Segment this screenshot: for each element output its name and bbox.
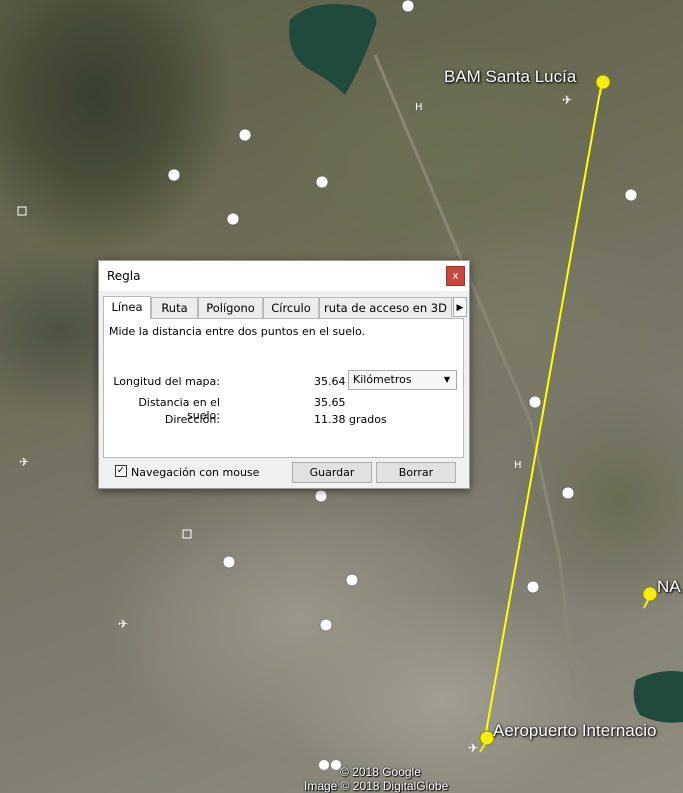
map-length-value: 35.64	[314, 375, 346, 388]
school-icon[interactable]	[345, 573, 359, 587]
tab-3d-path[interactable]: ruta de acceso en 3D	[319, 297, 452, 318]
copyright-imagery: Image © 2018 DigitalGlobe	[304, 779, 449, 793]
school-icon[interactable]	[222, 555, 236, 569]
tab-bar: Línea Ruta Polígono Círculo ruta de acce…	[103, 296, 467, 319]
school-icon[interactable]	[526, 580, 540, 594]
pushpin-icon[interactable]	[479, 730, 495, 753]
school-icon[interactable]	[238, 128, 252, 142]
museum-icon[interactable]	[528, 395, 542, 409]
panel-description: Mide la distancia entre dos puntos en el…	[109, 325, 366, 338]
landmark-icon[interactable]	[167, 168, 181, 182]
museum-icon[interactable]	[315, 175, 329, 189]
hospital-icon[interactable]: H	[415, 102, 423, 113]
tab-polygon[interactable]: Polígono	[198, 297, 263, 318]
school-icon[interactable]	[561, 486, 575, 500]
copyright-google: © 2018 Google	[340, 765, 421, 779]
ground-distance-value: 35.65	[314, 396, 346, 409]
landmark-icon[interactable]	[17, 206, 27, 216]
airport-icon[interactable]: ✈	[118, 617, 128, 631]
museum-icon[interactable]	[319, 618, 333, 632]
ruler-dialog: Regla x Línea Ruta Polígono Círculo ruta…	[98, 260, 470, 489]
dialog-footer: ✓ Navegación con mouse Guardar Borrar	[99, 460, 469, 486]
tab-path[interactable]: Ruta	[151, 297, 198, 318]
landmark-icon[interactable]	[182, 529, 192, 539]
mouse-navigation-label[interactable]: Navegación con mouse	[131, 466, 259, 479]
map-length-label: Longitud del mapa:	[113, 375, 220, 388]
tab-scroll-right-icon[interactable]: ▶	[453, 297, 467, 317]
save-button[interactable]: Guardar	[292, 462, 372, 483]
unit-dropdown-value: Kilómetros	[353, 373, 412, 386]
clear-button[interactable]: Borrar	[376, 462, 456, 483]
placemark-label[interactable]: NA	[657, 577, 681, 597]
heading-value: 11.38 grados	[314, 413, 387, 426]
unit-dropdown[interactable]: Kilómetros ▼	[348, 370, 457, 390]
dialog-title: Regla	[107, 269, 141, 283]
chevron-down-icon: ▼	[443, 375, 450, 384]
tab-line[interactable]: Línea	[103, 296, 151, 319]
placemark-label[interactable]: Aeropuerto Internacio	[493, 721, 657, 741]
hospital-icon[interactable]: H	[514, 460, 522, 471]
measure-line	[484, 85, 602, 739]
heading-label: Dirección:	[164, 413, 220, 426]
lake	[289, 4, 377, 95]
school-icon[interactable]	[226, 212, 240, 226]
pushpin-icon[interactable]	[642, 586, 658, 609]
mouse-navigation-checkbox[interactable]: ✓	[115, 465, 127, 477]
placemark-label[interactable]: BAM Santa Lucía	[444, 67, 576, 87]
airport-icon[interactable]: ✈	[19, 455, 29, 469]
close-button[interactable]: x	[446, 266, 465, 286]
tab-circle[interactable]: Círculo	[263, 297, 319, 318]
museum-icon[interactable]	[401, 0, 415, 13]
pushpin-icon[interactable]	[595, 74, 611, 96]
lake	[633, 671, 683, 723]
line-panel: Mide la distancia entre dos puntos en el…	[103, 318, 464, 458]
dialog-titlebar[interactable]: Regla x	[99, 261, 469, 291]
google-logo-icon	[319, 760, 329, 770]
airport-icon[interactable]: ✈	[468, 741, 478, 755]
airport-icon[interactable]: ✈	[562, 93, 572, 107]
school-icon[interactable]	[314, 489, 328, 503]
school-icon[interactable]	[624, 188, 638, 202]
